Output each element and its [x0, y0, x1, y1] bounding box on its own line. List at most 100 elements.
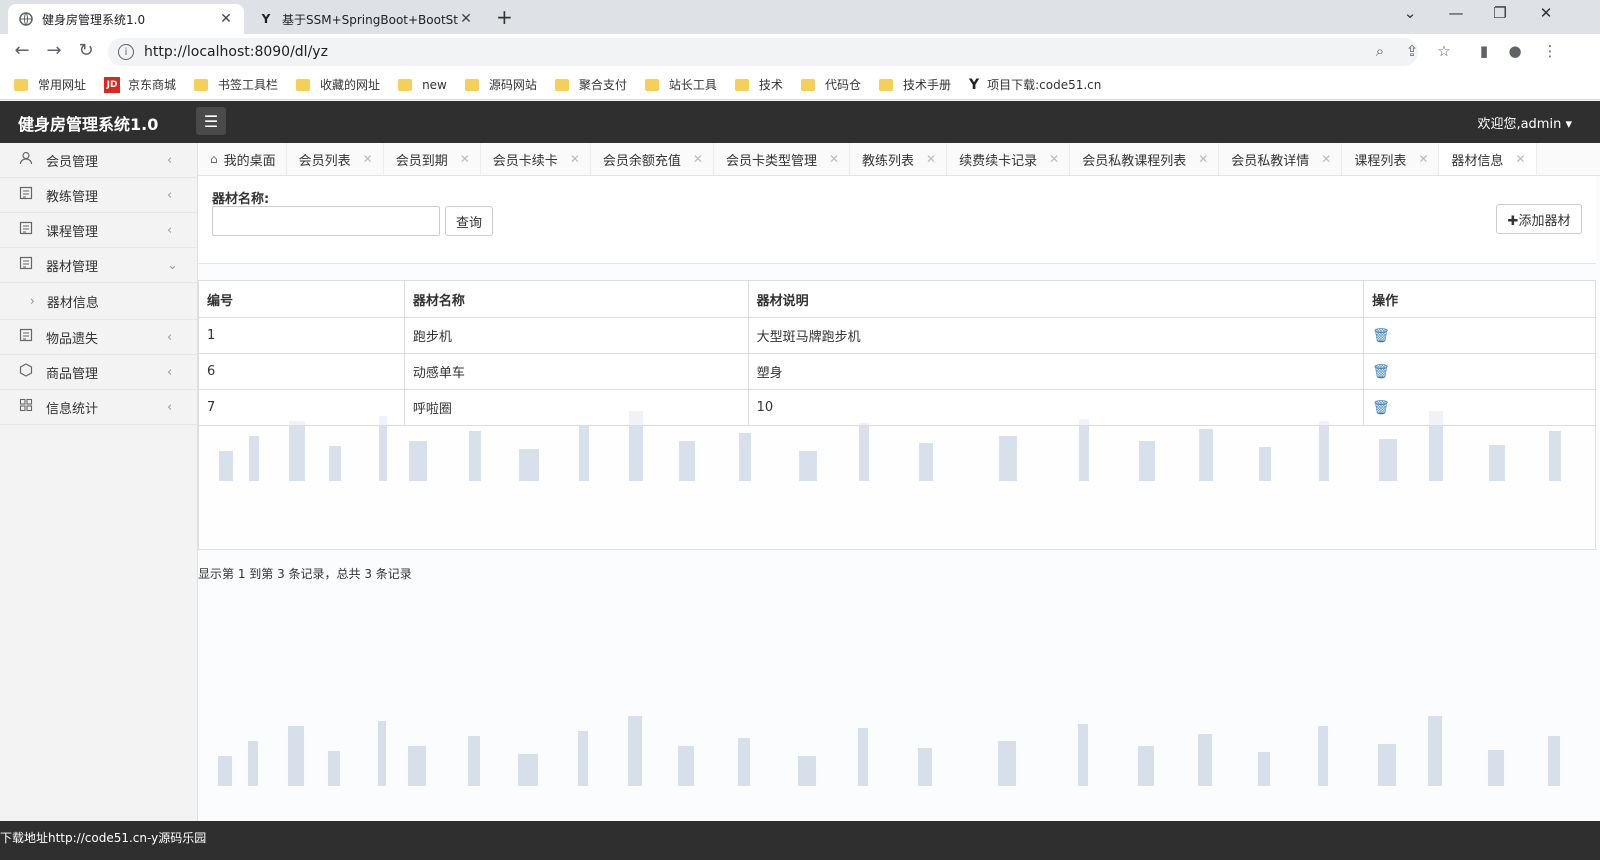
- sidebar-subitem-equipment-info[interactable]: › 器材信息: [0, 283, 197, 320]
- close-icon[interactable]: ✕: [1321, 152, 1331, 166]
- new-tab-icon[interactable]: +: [496, 5, 513, 29]
- tab-private-course-list[interactable]: 会员私教课程列表 ✕: [1070, 143, 1220, 175]
- search-panel: 器材名称: 查询 ✚添加器材: [198, 176, 1596, 264]
- forward-icon[interactable]: →: [42, 40, 66, 61]
- share-icon[interactable]: ⇪: [1402, 42, 1422, 60]
- cell-name: 跑步机: [403, 317, 749, 354]
- bookmark-item[interactable]: 代码仓: [800, 76, 861, 93]
- close-icon[interactable]: ✕: [1418, 152, 1428, 166]
- data-table: 编号 器材名称 器材说明 操作 1 跑步机 大型斑马牌跑步机 🗑 6 动感单车 …: [198, 280, 1596, 426]
- search-label: 器材名称:: [212, 192, 270, 207]
- equipment-name-input[interactable]: [212, 206, 440, 236]
- tab-course-list[interactable]: 课程列表 ✕: [1342, 143, 1440, 175]
- folder-icon: [644, 78, 659, 91]
- app-header: 健身房管理系统1.0 ☰ 欢迎您,admin ▾: [0, 101, 1600, 143]
- sidebar-item-coaches[interactable]: 教练管理 ‹: [0, 178, 197, 213]
- add-equipment-button[interactable]: ✚添加器材: [1496, 204, 1582, 234]
- menu-toggle-icon[interactable]: ☰: [196, 107, 226, 135]
- tab-coach-list[interactable]: 教练列表 ✕: [850, 143, 948, 175]
- tab-private-course-detail[interactable]: 会员私教详情 ✕: [1219, 143, 1343, 175]
- close-icon[interactable]: ✕: [458, 11, 474, 27]
- column-header[interactable]: 器材说明: [747, 280, 1365, 318]
- folder-icon: [194, 78, 209, 91]
- address-bar[interactable]: i http://localhost:8090/dl/yz: [108, 38, 1418, 66]
- reload-icon[interactable]: ↻: [74, 40, 98, 61]
- table-row: 6 动感单车 塑身 🗑: [198, 353, 1596, 390]
- bookmark-item[interactable]: 源码网站: [464, 76, 537, 93]
- info-icon[interactable]: i: [118, 44, 134, 60]
- tab-renewal-records[interactable]: 续费续卡记录 ✕: [947, 143, 1071, 175]
- trash-icon[interactable]: 🗑: [1372, 328, 1390, 344]
- sidebar-item-products[interactable]: 商品管理 ‹: [0, 355, 197, 390]
- main-content: 器材名称: 查询 ✚添加器材 编号 器材名称 器材说明 操作 1 跑步机 大型斑…: [198, 176, 1600, 821]
- close-icon[interactable]: ✕: [829, 152, 839, 166]
- close-icon[interactable]: ✕: [363, 152, 373, 166]
- cell-description: 塑身: [747, 353, 1365, 390]
- tab-desktop[interactable]: ⌂ 我的桌面: [198, 143, 287, 175]
- profile-icon[interactable]: ●: [1505, 42, 1525, 60]
- query-button[interactable]: 查询: [445, 206, 493, 236]
- close-icon[interactable]: ✕: [570, 152, 580, 166]
- close-icon[interactable]: ✕: [1049, 152, 1059, 166]
- star-icon[interactable]: ☆: [1434, 42, 1454, 60]
- trash-icon[interactable]: 🗑: [1372, 364, 1390, 380]
- close-icon[interactable]: ✕: [460, 152, 470, 166]
- column-header[interactable]: 编号: [198, 280, 405, 318]
- user-menu[interactable]: 欢迎您,admin ▾: [1477, 113, 1572, 132]
- bookmark-item[interactable]: Y 项目下载:code51.cn: [969, 76, 1101, 93]
- restore-icon[interactable]: ❐: [1480, 4, 1520, 22]
- sidebar-item-equipment[interactable]: 器材管理 ⌄: [0, 248, 197, 283]
- bookmark-item[interactable]: 技术: [734, 76, 783, 93]
- bookmark-item[interactable]: JD 京东商城: [104, 76, 176, 93]
- user-icon: [18, 151, 34, 169]
- more-icon[interactable]: ⋮: [1540, 42, 1560, 60]
- page-tabs: ⌂ 我的桌面 会员列表 ✕ 会员到期 ✕ 会员卡续卡 ✕ 会员余额充值 ✕ 会员卡类型管理…: [198, 143, 1600, 176]
- tab-balance-recharge[interactable]: 会员余额充值 ✕: [591, 143, 714, 175]
- sidebar-item-statistics[interactable]: 信息统计 ‹: [0, 390, 197, 425]
- sidebar-item-courses[interactable]: 课程管理 ‹: [0, 213, 197, 248]
- chevron-down-icon[interactable]: ⌄: [1390, 4, 1430, 22]
- tab-card-renewal[interactable]: 会员卡续卡 ✕: [481, 143, 591, 175]
- pagination-info: 显示第 1 到第 3 条记录，总共 3 条记录: [198, 567, 412, 581]
- skyline-decoration: [218, 716, 1560, 786]
- status-text: 下载地址http://code51.cn-y源码乐园: [0, 831, 207, 845]
- close-icon[interactable]: ✕: [1198, 152, 1208, 166]
- table-header-row: 编号 器材名称 器材说明 操作: [198, 280, 1596, 318]
- browser-tab-active[interactable]: 健身房管理系统1.0 ✕: [8, 4, 244, 34]
- tab-member-expiry[interactable]: 会员到期 ✕: [384, 143, 481, 175]
- column-header[interactable]: 器材名称: [403, 280, 749, 318]
- cell-description: 大型斑马牌跑步机: [747, 317, 1365, 354]
- y-logo-icon: Y: [261, 12, 271, 26]
- bookmark-item[interactable]: 技术手册: [878, 76, 951, 93]
- folder-icon: [296, 78, 311, 91]
- close-icon[interactable]: ✕: [218, 11, 234, 27]
- folder-icon: [878, 78, 893, 91]
- tab-member-list[interactable]: 会员列表 ✕: [287, 143, 384, 175]
- bookmark-item[interactable]: 书签工具栏: [194, 76, 278, 93]
- sidebar-item-members[interactable]: 会员管理 ‹: [0, 143, 197, 178]
- zoom-icon[interactable]: ⌕: [1370, 42, 1390, 60]
- sidebar-item-lost-items[interactable]: 物品遗失 ‹: [0, 320, 197, 355]
- back-icon[interactable]: ←: [10, 40, 34, 61]
- bookmark-item[interactable]: 常用网址: [14, 76, 86, 93]
- close-icon[interactable]: ✕: [1515, 152, 1525, 166]
- bookmarks-bar: 常用网址 JD 京东商城 书签工具栏 收藏的网址 new 源码网站 聚合支付 站长…: [0, 70, 1600, 100]
- side-panel-icon[interactable]: ▮: [1474, 42, 1494, 60]
- close-icon[interactable]: ✕: [926, 152, 936, 166]
- trash-icon[interactable]: 🗑: [1372, 400, 1390, 416]
- browser-tab-inactive[interactable]: Y 基于SSM+SpringBoot+BootSt ✕: [248, 4, 484, 34]
- close-icon[interactable]: ✕: [693, 152, 703, 166]
- bookmark-item[interactable]: 聚合支付: [554, 76, 627, 93]
- y-logo-icon: Y: [968, 76, 980, 93]
- chevron-left-icon: ‹: [167, 364, 173, 380]
- bookmark-item[interactable]: 收藏的网址: [296, 76, 380, 93]
- close-window-icon[interactable]: ✕: [1526, 4, 1566, 22]
- tab-card-type[interactable]: 会员卡类型管理 ✕: [714, 143, 851, 175]
- folder-icon: [734, 78, 749, 91]
- chevron-down-icon: ⌄: [167, 257, 178, 273]
- bookmark-item[interactable]: 站长工具: [644, 76, 717, 93]
- folder-icon: [14, 78, 28, 91]
- bookmark-item[interactable]: new: [398, 78, 447, 92]
- minimize-icon[interactable]: —: [1436, 4, 1476, 22]
- tab-equipment-info[interactable]: 器材信息 ✕: [1439, 143, 1537, 175]
